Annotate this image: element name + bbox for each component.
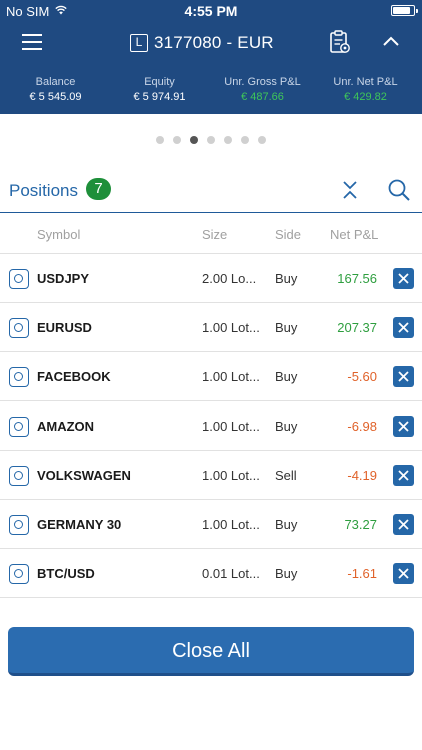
account-label: 3177080 - EUR bbox=[154, 33, 274, 52]
cell-size: 1.00 Lot... bbox=[202, 320, 260, 336]
positions-count-badge: 7 bbox=[86, 178, 111, 200]
metric-label: Unr. Gross P&L bbox=[224, 76, 301, 88]
cell-size: 1.00 Lot... bbox=[202, 369, 260, 385]
app-screen: No SIM 4:55 PM L 3177080 - EUR Balance €… bbox=[0, 0, 422, 750]
chevron-up-icon[interactable] bbox=[381, 34, 401, 48]
metric-value: € 5 974.91 bbox=[133, 91, 186, 103]
cell-side: Buy bbox=[275, 369, 298, 385]
table-row[interactable]: GERMANY 30 1.00 Lot... Buy 73.27 bbox=[0, 500, 422, 549]
page-indicator[interactable] bbox=[0, 136, 422, 144]
menu-icon[interactable] bbox=[22, 34, 42, 50]
cell-symbol: BTC/USD bbox=[37, 566, 95, 582]
cell-net-pnl: -5.60 bbox=[347, 369, 377, 385]
search-icon[interactable] bbox=[387, 178, 411, 202]
metric-unr-net-pnl: Unr. Net P&L € 429.82 bbox=[313, 74, 418, 104]
metric-equity: Equity € 5 974.91 bbox=[107, 74, 212, 104]
row-select-icon[interactable] bbox=[9, 318, 29, 339]
battery-icon bbox=[391, 5, 418, 16]
cell-side: Buy bbox=[275, 271, 298, 286]
positions-table-header: Symbol Size Side Net P&L bbox=[0, 213, 422, 254]
page-dot[interactable] bbox=[258, 136, 266, 144]
metric-balance: Balance € 5 545.09 bbox=[3, 74, 108, 104]
page-dot[interactable] bbox=[241, 136, 249, 144]
row-select-icon[interactable] bbox=[9, 564, 29, 585]
cell-symbol: USDJPY bbox=[37, 271, 90, 286]
row-select-icon[interactable] bbox=[9, 269, 29, 289]
status-bar: No SIM 4:55 PM bbox=[0, 0, 422, 22]
positions-title: Positions bbox=[9, 181, 78, 200]
page-dot[interactable] bbox=[207, 136, 215, 144]
cell-net-pnl: 167.56 bbox=[337, 271, 377, 286]
page-dot[interactable] bbox=[190, 136, 198, 144]
cell-net-pnl: -1.61 bbox=[347, 566, 377, 582]
cell-symbol: VOLKSWAGEN bbox=[37, 467, 131, 483]
close-position-icon[interactable] bbox=[393, 366, 414, 388]
cell-net-pnl: -4.19 bbox=[347, 467, 377, 483]
metric-label: Balance bbox=[35, 76, 76, 88]
metric-label: Unr. Net P&L bbox=[333, 76, 398, 88]
cell-size: 1.00 Lot... bbox=[202, 517, 260, 532]
column-header-side[interactable]: Side bbox=[275, 227, 301, 242]
cell-side: Buy bbox=[275, 320, 298, 336]
table-row[interactable]: EURUSD 1.00 Lot... Buy 207.37 bbox=[0, 303, 422, 353]
page-dot[interactable] bbox=[156, 136, 164, 144]
cell-size: 2.00 Lo... bbox=[202, 271, 257, 286]
row-select-icon[interactable] bbox=[9, 515, 29, 535]
close-position-icon[interactable] bbox=[393, 268, 414, 289]
account-selector[interactable]: L 3177080 - EUR bbox=[130, 32, 274, 54]
cell-side: Buy bbox=[275, 418, 298, 434]
table-row[interactable]: BTC/USD 0.01 Lot... Buy -1.61 bbox=[0, 549, 422, 599]
cell-side: Sell bbox=[275, 467, 297, 483]
cell-symbol: AMAZON bbox=[37, 418, 95, 434]
close-all-button[interactable]: Close All bbox=[8, 627, 414, 676]
cell-symbol: EURUSD bbox=[37, 320, 92, 336]
table-row[interactable]: FACEBOOK 1.00 Lot... Buy -5.60 bbox=[0, 352, 422, 402]
metric-unr-gross-pnl: Unr. Gross P&L € 487.66 bbox=[210, 74, 315, 104]
positions-toolbar: Positions 7 bbox=[0, 168, 422, 213]
close-position-icon[interactable] bbox=[393, 415, 414, 437]
metric-label: Equity bbox=[144, 76, 175, 88]
close-position-icon[interactable] bbox=[393, 317, 414, 339]
row-select-icon[interactable] bbox=[9, 367, 29, 388]
cell-size: 0.01 Lot... bbox=[202, 566, 260, 582]
table-row[interactable]: USDJPY 2.00 Lo... Buy 167.56 bbox=[0, 254, 422, 303]
cell-net-pnl: 73.27 bbox=[344, 517, 377, 532]
cell-net-pnl: -6.98 bbox=[347, 418, 377, 434]
account-type-badge: L bbox=[130, 34, 148, 52]
cell-symbol: GERMANY 30 bbox=[37, 517, 122, 532]
close-position-icon[interactable] bbox=[393, 464, 414, 486]
column-header-symbol[interactable]: Symbol bbox=[37, 227, 80, 242]
status-time: 4:55 PM bbox=[184, 3, 238, 19]
cell-size: 1.00 Lot... bbox=[202, 418, 260, 434]
page-dot[interactable] bbox=[224, 136, 232, 144]
metric-value: € 5 545.09 bbox=[29, 91, 82, 103]
clipboard-settings-icon[interactable] bbox=[329, 30, 351, 54]
cell-size: 1.00 Lot... bbox=[202, 467, 260, 483]
metric-value: € 487.66 bbox=[241, 91, 284, 103]
column-header-net-pnl[interactable]: Net P&L bbox=[330, 227, 378, 242]
column-header-size[interactable]: Size bbox=[202, 227, 227, 242]
row-select-icon[interactable] bbox=[9, 416, 29, 437]
account-metrics: Balance € 5 545.09 Equity € 5 974.91 Unr… bbox=[0, 74, 422, 108]
close-position-icon[interactable] bbox=[393, 563, 414, 585]
table-row[interactable]: VOLKSWAGEN 1.00 Lot... Sell -4.19 bbox=[0, 451, 422, 500]
cell-side: Buy bbox=[275, 517, 298, 532]
page-dot[interactable] bbox=[173, 136, 181, 144]
cell-side: Buy bbox=[275, 566, 298, 582]
collapse-icon[interactable] bbox=[341, 179, 359, 201]
close-position-icon[interactable] bbox=[393, 514, 414, 535]
row-select-icon[interactable] bbox=[9, 465, 29, 486]
cell-symbol: FACEBOOK bbox=[37, 369, 111, 385]
cell-net-pnl: 207.37 bbox=[337, 320, 377, 336]
table-row[interactable]: AMAZON 1.00 Lot... Buy -6.98 bbox=[0, 402, 422, 451]
account-header: No SIM 4:55 PM L 3177080 - EUR Balance €… bbox=[0, 0, 422, 114]
metric-value: € 429.82 bbox=[344, 91, 387, 103]
